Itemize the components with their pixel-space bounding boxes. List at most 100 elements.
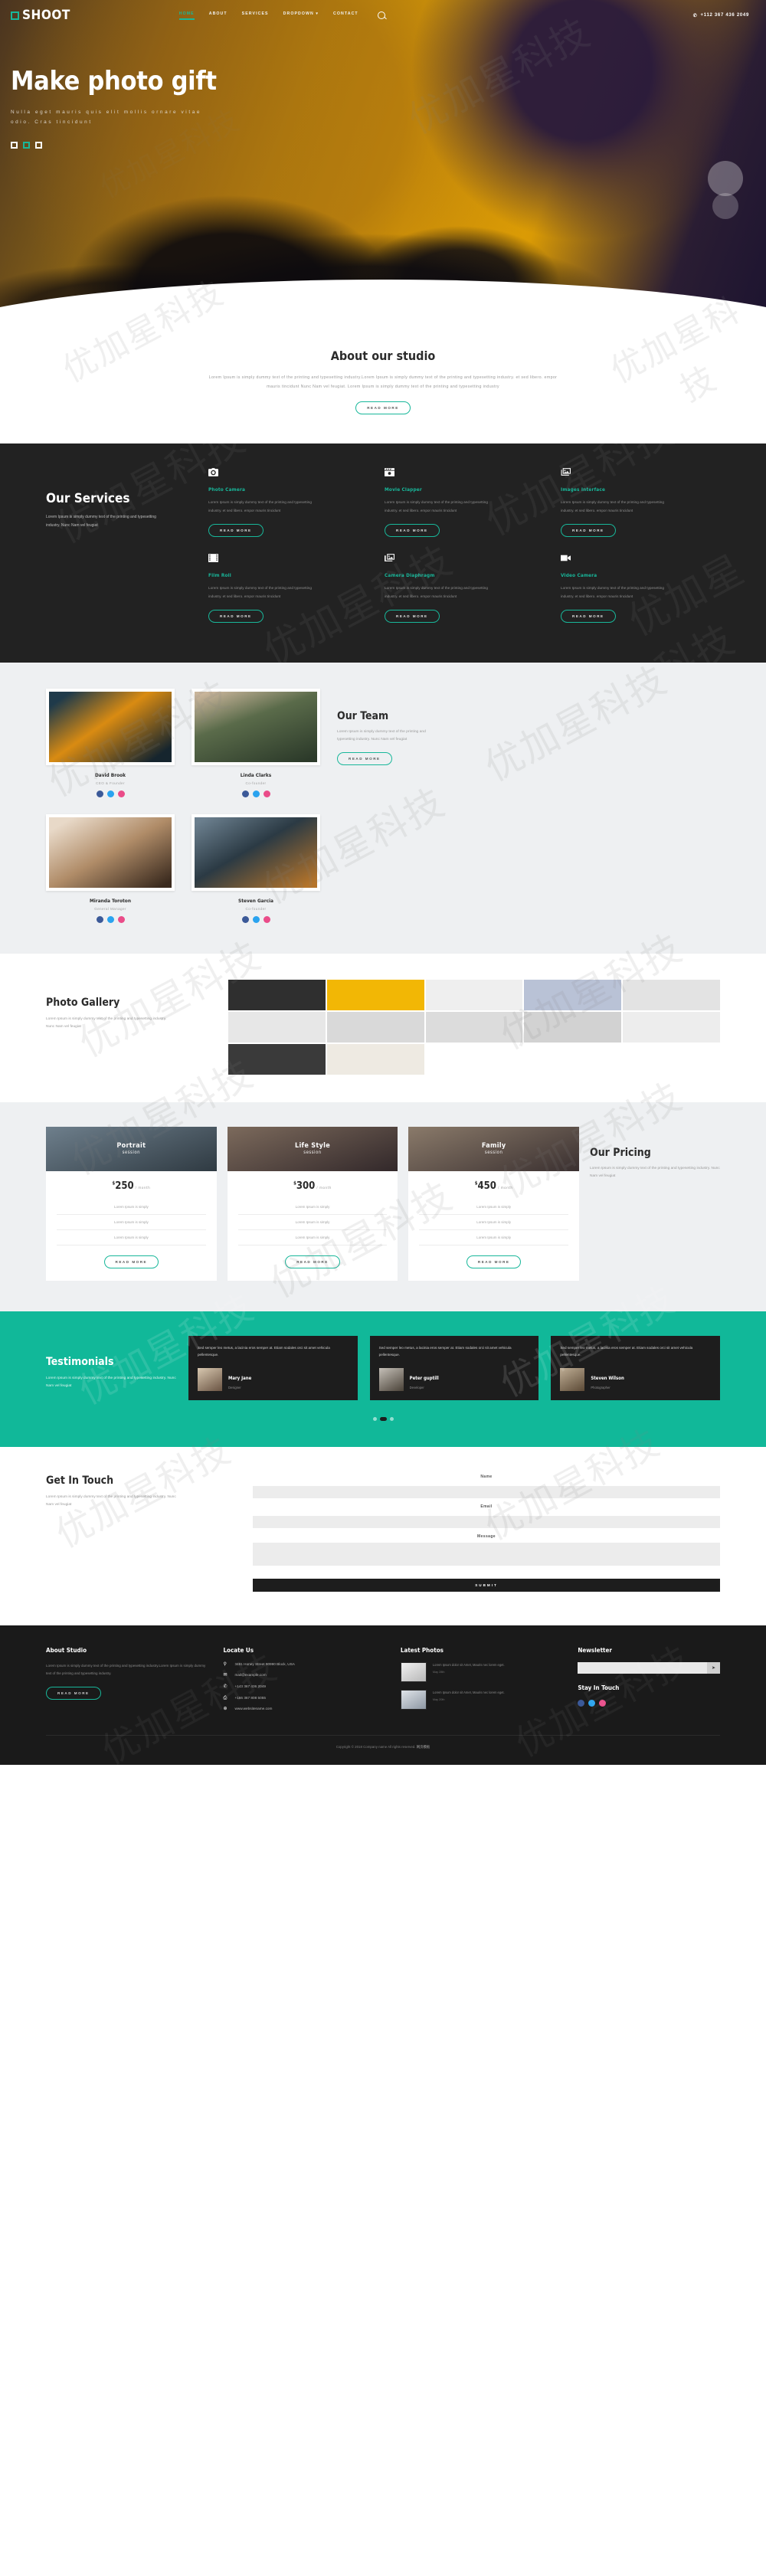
gallery-tile[interactable]	[326, 1043, 424, 1075]
dribbble-icon[interactable]	[263, 790, 270, 797]
hero-decor-circle-small	[712, 193, 738, 219]
main-nav: HOME ABOUT SERVICES DROPDOWN ▾ CONTACT	[178, 11, 385, 20]
service-read-more-button[interactable]: READ MORE	[561, 523, 616, 537]
pricing-read-more-button[interactable]: READ MORE	[285, 1255, 340, 1268]
hero-slide-dot-active[interactable]	[23, 141, 30, 149]
service-read-more-button[interactable]: READ MORE	[208, 609, 264, 623]
gallery-tile[interactable]	[228, 1043, 326, 1075]
mail-icon: ✉	[223, 1673, 228, 1678]
twitter-icon[interactable]	[252, 915, 260, 923]
testimonial-quote: Sed semper leo metus, a lacinia eros sem…	[378, 1345, 512, 1357]
gallery-tile[interactable]	[425, 1011, 523, 1043]
message-textarea[interactable]	[253, 1542, 720, 1566]
footer-socials	[578, 1699, 720, 1707]
submit-button[interactable]: SUBMIT	[253, 1578, 720, 1592]
footer-phone-row[interactable]: ✆ +143 367 436 2049	[223, 1684, 386, 1690]
testimonial-author: Mary Jane Designer	[198, 1367, 349, 1391]
nav-item-services[interactable]: SERVICES	[242, 11, 269, 19]
gallery-tile[interactable]	[228, 1011, 326, 1043]
pricing-period: / month	[497, 1186, 513, 1190]
team-grid: David Brook CEO & Founder Linda Clarks C…	[46, 688, 720, 923]
footer-read-more-button[interactable]: READ MORE	[46, 1686, 101, 1700]
hero-slide-dot[interactable]	[11, 141, 18, 149]
email-field[interactable]	[253, 1515, 720, 1528]
hero-slide-dot[interactable]	[35, 141, 42, 149]
hero-decor-circle-large	[708, 161, 743, 196]
footer-website-row[interactable]: ⊕ www.websitename.com	[223, 1707, 386, 1712]
gallery-tile[interactable]	[524, 979, 622, 1010]
team-member-socials	[46, 790, 175, 797]
square-outline-icon	[11, 11, 19, 20]
hero-content: Make photo gift Nulla eget mauris quis e…	[0, 26, 766, 149]
twitter-icon[interactable]	[252, 790, 260, 797]
nav-item-about[interactable]: ABOUT	[209, 11, 228, 19]
about-text: Lorem Ipsum is simply dummy text of the …	[208, 375, 558, 390]
contact-label-email: Email	[480, 1504, 493, 1509]
facebook-icon[interactable]	[241, 790, 249, 797]
search-icon[interactable]	[377, 11, 385, 19]
service-read-more-button[interactable]: READ MORE	[385, 609, 440, 623]
facebook-icon[interactable]	[241, 915, 249, 923]
contact-title: Get In Touch	[46, 1474, 114, 1487]
newsletter-input[interactable]	[578, 1661, 707, 1674]
film-roll-icon	[208, 554, 368, 565]
send-icon[interactable]: ➤	[707, 1661, 720, 1674]
twitter-icon[interactable]	[588, 1699, 596, 1707]
top-navigation-bar: SHOOT HOME ABOUT SERVICES DROPDOWN ▾ CON…	[0, 0, 766, 26]
gallery-tile[interactable]	[623, 979, 720, 1010]
gallery-tile[interactable]	[425, 979, 523, 1010]
nav-item-home[interactable]: HOME	[178, 11, 195, 20]
twitter-icon[interactable]	[106, 915, 114, 923]
gallery-tile[interactable]	[326, 979, 424, 1010]
pricing-amount: $300/ month	[238, 1180, 388, 1192]
gallery-wrap: Photo Gallery Lorem Ipsum is simply dumm…	[46, 979, 720, 1075]
testimonial-author: Peter guptill Developer	[378, 1367, 530, 1391]
service-read-more-button[interactable]: READ MORE	[561, 609, 616, 623]
testimonials-title: Testimonials	[46, 1355, 114, 1368]
testimonial-dot[interactable]	[389, 1416, 394, 1421]
twitter-icon[interactable]	[106, 790, 114, 797]
testimonials-slider-dots	[46, 1416, 720, 1421]
testimonial-dot[interactable]	[372, 1416, 377, 1421]
dribbble-icon[interactable]	[117, 790, 125, 797]
dribbble-icon[interactable]	[117, 915, 125, 923]
pricing-read-more-button[interactable]: READ MORE	[103, 1255, 159, 1268]
pricing-feature: Lorem Ipsum is simply	[419, 1230, 568, 1245]
nav-item-contact[interactable]: CONTACT	[333, 11, 358, 19]
gallery-tile[interactable]	[524, 1011, 622, 1043]
contact-field-message: Message	[253, 1534, 720, 1569]
latest-photo-item[interactable]: Lorem Ipsum dolor sit Amet, Mauris nec l…	[400, 1689, 564, 1710]
team-read-more-button[interactable]: READ MORE	[337, 752, 392, 766]
pricing-read-more-button[interactable]: READ MORE	[466, 1255, 522, 1268]
footer-newsletter-title: Newsletter	[578, 1646, 612, 1654]
gallery-tile[interactable]	[326, 1011, 424, 1043]
gallery-tile[interactable]	[228, 979, 326, 1010]
footer-credit: 网页模板	[416, 1744, 430, 1749]
testimonial-dot-active[interactable]	[379, 1416, 387, 1421]
services-intro: Our Services Lorem Ipsum is simply dummy…	[46, 468, 192, 554]
facebook-icon[interactable]	[96, 915, 103, 923]
nav-item-dropdown[interactable]: DROPDOWN ▾	[283, 11, 319, 19]
latest-photo-item[interactable]: Lorem Ipsum dolor sit Amet, Mauris nec l…	[400, 1661, 564, 1682]
facebook-icon[interactable]	[578, 1699, 585, 1707]
footer-latest-photos: Latest Photos Lorem Ipsum dolor sit Amet…	[400, 1647, 564, 1718]
pricing-card-header: Family session	[408, 1126, 579, 1171]
dribbble-icon[interactable]	[599, 1699, 607, 1707]
footer-stay-in-touch-title: Stay In Touch	[578, 1684, 620, 1691]
about-section: 优加星科技 优加星科技 About our studio Lorem Ipsum…	[0, 273, 766, 444]
dribbble-icon[interactable]	[263, 915, 270, 923]
name-input[interactable]	[253, 1485, 720, 1498]
about-read-more-button[interactable]: READ MORE	[355, 401, 411, 415]
site-logo[interactable]: SHOOT	[11, 8, 70, 23]
header-phone[interactable]: ✆ +112 367 436 2049	[693, 13, 749, 18]
facebook-icon[interactable]	[96, 790, 103, 797]
footer-email: mail@example.com	[234, 1673, 267, 1678]
footer-locate-title: Locate Us	[223, 1646, 254, 1654]
service-title: Movie Clapper	[385, 486, 422, 493]
contact-section: 优加星科技 优加星科技 Get In Touch Lorem Ipsum is …	[0, 1422, 766, 1625]
footer-email-row[interactable]: ✉ mail@example.com	[223, 1673, 386, 1678]
services-grid: Our Services Lorem Ipsum is simply dummy…	[46, 468, 720, 639]
service-read-more-button[interactable]: READ MORE	[385, 523, 440, 537]
service-read-more-button[interactable]: READ MORE	[208, 523, 264, 537]
gallery-tile[interactable]	[623, 1011, 720, 1043]
